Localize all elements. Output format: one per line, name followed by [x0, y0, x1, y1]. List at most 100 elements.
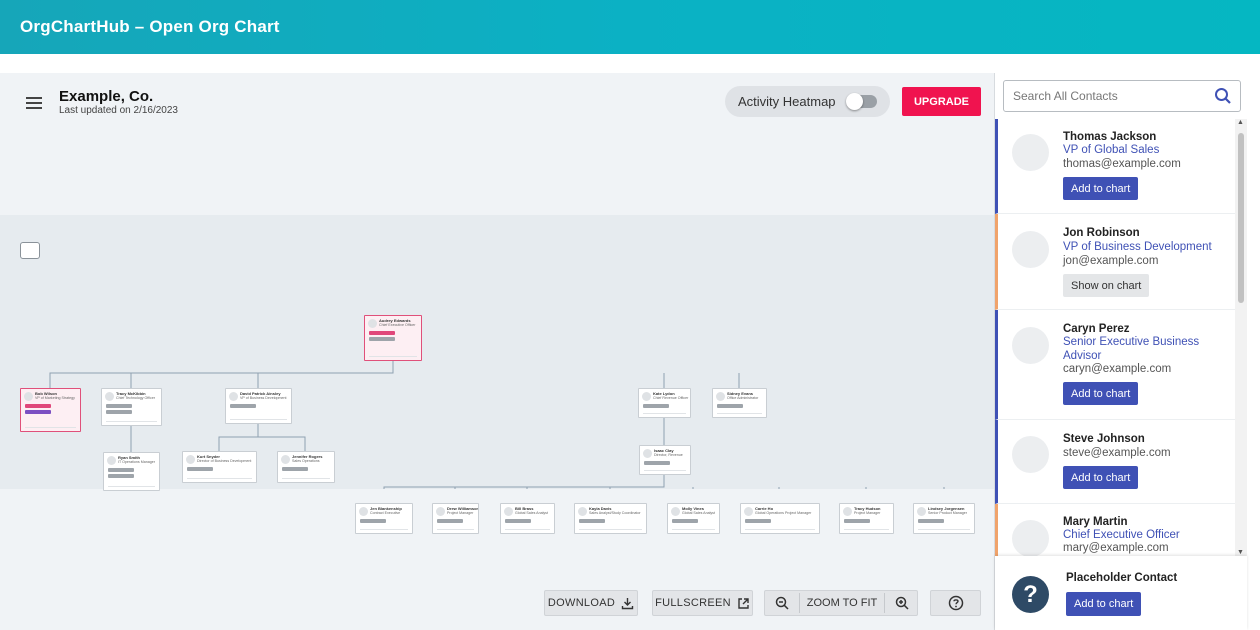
org-node[interactable]: Jen Blankenship Contract Executive — [355, 503, 413, 534]
avatar — [107, 456, 116, 465]
org-node[interactable]: Tracy McKibbin Chief Technology Officer — [101, 388, 162, 426]
node-title: Chief Executive Officer — [379, 323, 416, 327]
user-icon[interactable] — [20, 242, 40, 259]
zoom-out-icon — [775, 596, 789, 610]
scroll-up-icon[interactable]: ▲ — [1237, 119, 1244, 126]
download-button[interactable]: DOWNLOAD — [544, 590, 638, 616]
node-title: Contract Executive — [370, 511, 401, 515]
avatar — [24, 392, 33, 401]
contact-email: jon@example.com — [1063, 255, 1159, 267]
node-title: VP of Marketing Strategy — [35, 396, 75, 400]
heatmap-switch[interactable] — [846, 93, 877, 110]
activity-heatmap-toggle[interactable]: Activity Heatmap — [725, 86, 890, 117]
zoom-to-fit-label: ZOOM TO FIT — [806, 597, 878, 609]
avatar — [1012, 436, 1049, 473]
contact-email: steve@example.com — [1063, 447, 1171, 459]
org-node[interactable]: Jennifer Rogers Sales Operations — [277, 451, 335, 483]
contact-card[interactable]: Thomas Jackson VP of Global Sales thomas… — [995, 119, 1235, 214]
upgrade-button[interactable]: UPGRADE — [902, 87, 981, 116]
node-title: IT Operations Manager — [118, 460, 155, 464]
org-chart-canvas[interactable]: Audrey Edwards Chief Executive Officer B… — [0, 215, 994, 534]
help-button[interactable] — [930, 590, 981, 616]
add-to-chart-button[interactable]: Add to chart — [1063, 177, 1139, 200]
org-node[interactable]: Kayla Davis Sales Analyst/Study Coordina… — [574, 503, 647, 534]
avatar — [281, 455, 290, 464]
contact-title: VP of Business Development — [1063, 241, 1212, 253]
node-title: Sales Analyst/Study Coordinator — [589, 511, 641, 515]
contact-card[interactable]: Steve Johnson steve@example.com Add to c… — [995, 420, 1235, 504]
fullscreen-button[interactable]: FULLSCREEN — [652, 590, 753, 616]
menu-icon[interactable] — [26, 97, 42, 109]
zoom-in-button[interactable] — [885, 591, 919, 615]
contact-name: Caryn Perez — [1063, 323, 1130, 335]
scroll-down-icon[interactable]: ▼ — [1237, 549, 1244, 556]
contact-name: Steve Johnson — [1063, 433, 1145, 445]
org-node[interactable]: Ryan Smith IT Operations Manager — [103, 452, 160, 491]
node-title: VP of Business Development — [240, 396, 287, 400]
contact-list: Thomas Jackson VP of Global Sales thomas… — [995, 119, 1235, 556]
avatar — [1012, 231, 1049, 268]
org-node[interactable]: Lindsey Jorgensen Senior Product Manager — [913, 503, 975, 534]
add-to-chart-button[interactable]: Add to chart — [1063, 466, 1139, 489]
contacts-sidebar: Thomas Jackson VP of Global Sales thomas… — [994, 73, 1260, 630]
node-title: Global Sales Analyst — [515, 511, 548, 515]
help-icon — [948, 595, 963, 611]
avatar — [368, 319, 377, 328]
avatar — [105, 392, 114, 401]
app-title: OrgChartHub – Open Org Chart — [20, 17, 280, 36]
org-node[interactable]: Kate Lydon Chief Revenue Officer — [638, 388, 691, 418]
add-to-chart-button[interactable]: Add to chart — [1063, 382, 1139, 405]
avatar — [843, 507, 852, 516]
chart-area: Example, Co. Last updated on 2/16/2023 A… — [0, 73, 994, 630]
contact-card[interactable]: Mary Martin Chief Executive Officer mary… — [995, 504, 1235, 556]
open-external-icon — [738, 597, 749, 609]
question-icon: ? — [1012, 576, 1049, 613]
org-node[interactable]: Molly Vines Global Sales Analyst — [667, 503, 720, 534]
node-title: Chief Revenue Officer — [653, 396, 689, 400]
org-node[interactable]: David Patrick Ainsley VP of Business Dev… — [225, 388, 292, 424]
add-to-chart-button[interactable]: Add to chart — [1066, 592, 1142, 616]
avatar — [578, 507, 587, 516]
node-title: Project Manager — [854, 511, 881, 515]
contact-list-scrollbar[interactable]: ▲ ▼ — [1235, 119, 1247, 556]
contact-card[interactable]: Caryn Perez Senior Executive Business Ad… — [995, 310, 1235, 420]
placeholder-contact-card[interactable]: ? Placeholder Contact Add to chart — [995, 556, 1247, 630]
contact-name: Jon Robinson — [1063, 227, 1140, 239]
node-title: Chief Technology Officer — [116, 396, 156, 400]
node-title: Project Manager — [447, 511, 474, 515]
avatar — [359, 507, 368, 516]
zoom-to-fit-button[interactable]: ZOOM TO FIT — [800, 591, 884, 615]
placeholder-name: Placeholder Contact — [1066, 572, 1178, 584]
avatar — [744, 507, 753, 516]
avatar — [504, 507, 513, 516]
node-title: Director, Revenue — [654, 453, 683, 457]
org-node[interactable]: Bob Wilson VP of Marketing Strategy — [20, 388, 81, 432]
show-on-chart-button[interactable]: Show on chart — [1063, 274, 1150, 297]
org-chart-connectors — [49, 361, 945, 489]
zoom-out-button[interactable] — [765, 591, 799, 615]
scroll-thumb[interactable] — [1238, 133, 1244, 303]
org-node[interactable]: Isaac Clay Director, Revenue — [639, 445, 691, 475]
node-title: Global Operations Project Manager — [755, 511, 812, 515]
search-icon[interactable] — [1214, 87, 1232, 105]
org-node[interactable]: Drew Williamson Project Manager — [432, 503, 479, 534]
org-node[interactable]: Sidney Evans Office Administrator — [712, 388, 767, 418]
zoom-in-icon — [895, 596, 909, 610]
org-node[interactable]: Audrey Edwards Chief Executive Officer — [364, 315, 422, 361]
avatar — [186, 455, 195, 464]
last-updated: Last updated on 2/16/2023 — [59, 105, 178, 116]
avatar — [917, 507, 926, 516]
contact-card[interactable]: Jon Robinson VP of Business Development … — [995, 214, 1235, 310]
search-input[interactable] — [1013, 89, 1203, 103]
contact-title: VP of Global Sales — [1063, 144, 1160, 156]
company-name: Example, Co. — [59, 88, 154, 105]
avatar — [1012, 520, 1049, 556]
fullscreen-label: FULLSCREEN — [655, 597, 731, 609]
contact-name: Thomas Jackson — [1063, 131, 1157, 143]
avatar — [642, 392, 651, 401]
org-node[interactable]: Bill Brass Global Sales Analyst — [500, 503, 555, 534]
org-node[interactable]: Tracy Hudson Project Manager — [839, 503, 894, 534]
org-node[interactable]: Kurt Snyder Director of Business Develop… — [182, 451, 257, 483]
org-node[interactable]: Carrie Ho Global Operations Project Mana… — [740, 503, 820, 534]
search-box[interactable] — [1003, 80, 1241, 112]
